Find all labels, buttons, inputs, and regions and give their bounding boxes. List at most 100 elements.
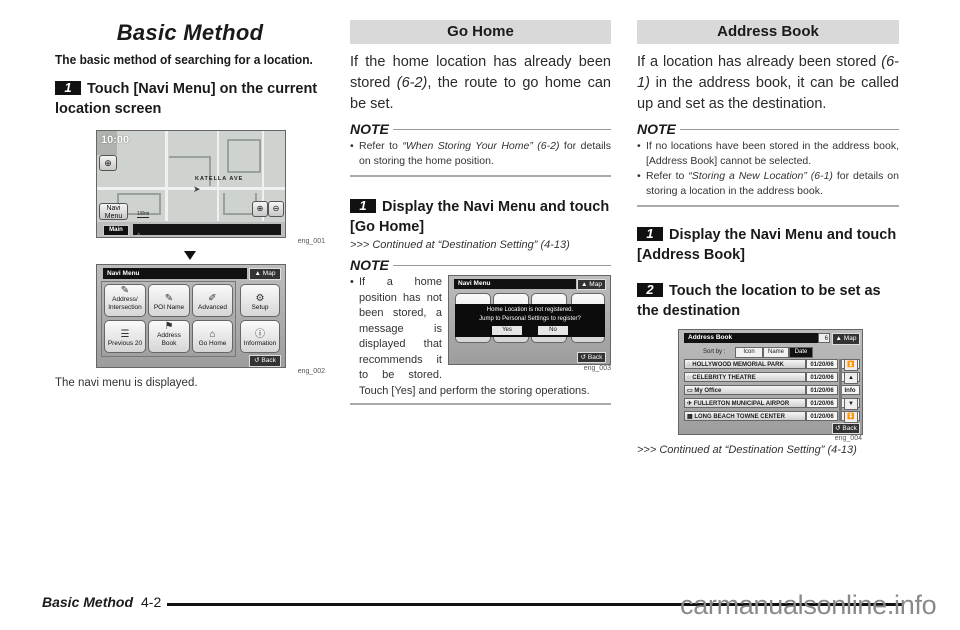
scrollbar-track[interactable] [839, 359, 842, 421]
entry-count: 6 [818, 333, 830, 343]
screen-title: Navi Menu [103, 268, 247, 279]
entry-date: 01/20/06 [806, 411, 838, 421]
entry-date: 01/20/06 [806, 398, 838, 408]
address-entry[interactable]: ▦ LONG BEACH TOWNE CENTER01/20/06Info [684, 411, 860, 421]
entry-icon: ▦ [687, 414, 693, 420]
address-entry[interactable]: ✈ FULLERTON MUNICIPAL AIRPOR01/20/06Info [684, 398, 860, 408]
entry-name-text: CELEBRITY THEATRE [692, 375, 756, 381]
note-heading: NOTE [350, 121, 611, 137]
address-entry[interactable]: ▭ My Office 01/20/06 Info [684, 385, 860, 395]
figure-id: eng_002 [297, 368, 325, 375]
double-up-arrow-icon: ⏫ [847, 362, 855, 368]
address-book-button[interactable]: ⚑ Address Book [148, 320, 190, 353]
note-list: Refer to “When Storing Your Home” (6-2) … [350, 139, 611, 169]
sort-date-button-selected[interactable]: Date [789, 347, 813, 358]
map-button[interactable]: ▲ Map [832, 333, 860, 345]
note-heading: NOTE [350, 257, 611, 273]
note-heading: NOTE [637, 121, 899, 137]
lead-text: The basic method of searching for a loca… [55, 52, 313, 67]
column-basic-method: Basic Method The basic method of searchi… [55, 20, 325, 389]
scroll-up-button[interactable]: ▲ [844, 372, 858, 384]
back-button-label: Back [842, 425, 857, 432]
arrow-down-icon [184, 251, 196, 260]
zoom-in-icon: ⊕ [256, 204, 264, 213]
current-location-screenshot: 10:00 ⊕ KATELLA AVE ➤ Navi Menu 1/8mi ⊕ … [96, 130, 286, 238]
entry-icon: ◌ [687, 362, 691, 368]
information-button[interactable]: ⓘ Information [240, 320, 280, 353]
map-street [227, 139, 261, 173]
column-address-book: Address Book If a location has already b… [637, 20, 899, 462]
entry-name: ✈ FULLERTON MUNICIPAL AIRPOR [684, 398, 806, 408]
note-label: NOTE [637, 121, 676, 137]
previous-20-button[interactable]: ☰ Previous 20 [104, 320, 146, 353]
back-button-label: Back [261, 357, 276, 364]
note-rule [392, 128, 611, 130]
note-label: NOTE [350, 121, 389, 137]
zoom-out-button[interactable]: ⊖ [268, 201, 284, 217]
zoom-in-button[interactable]: ⊕ [252, 201, 268, 217]
guidance-bar: △ [133, 224, 281, 237]
go-home-button[interactable]: ⌂ Go Home [192, 320, 233, 353]
note-list: If a home position has not been stored, … [350, 275, 611, 399]
body-text-part: in the address book, it can be called up… [637, 75, 899, 112]
back-button[interactable]: ↺ Back [832, 423, 860, 434]
home-icon: ⌂ [209, 329, 216, 340]
page-number: 4-2 [141, 594, 162, 610]
step-1-heading: 1 Display the Navi Menu and touch [Addres… [637, 225, 899, 265]
advanced-button[interactable]: ✐ Advanced [192, 284, 233, 317]
tile-label: Setup [251, 304, 269, 311]
note-end-rule [350, 175, 611, 177]
setup-button[interactable]: ⚙ Setup [240, 284, 280, 317]
footer-section-title: Basic Method [42, 594, 134, 610]
figure-id: eng_001 [297, 238, 325, 245]
navi-menu-button[interactable]: Navi Menu [99, 203, 128, 220]
entry-name-text: FULLERTON MUNICIPAL AIRPOR [693, 401, 790, 407]
step-1-heading: 1 Touch [Navi Menu] on the current locati… [55, 79, 325, 119]
step-text: Touch the location to be set as the dest… [637, 283, 881, 319]
step-number-badge: 1 [637, 227, 663, 241]
poi-name-button[interactable]: ✎ POI Name [148, 284, 190, 317]
entry-name-text: LONG BEACH TOWNE CENTER [694, 414, 785, 420]
map-button[interactable]: ▲ Map [249, 268, 281, 280]
sort-name-button[interactable]: Name [763, 347, 789, 358]
compass-button[interactable]: ⊕ [99, 155, 117, 171]
entry-name: ▦ LONG BEACH TOWNE CENTER [684, 411, 806, 421]
body-text: If a location has already been stored (6… [637, 52, 899, 115]
figure-caption: The navi menu is displayed. [55, 377, 198, 389]
step-number-badge: 1 [55, 81, 81, 95]
info-button[interactable]: Info [840, 385, 860, 395]
scroll-bottom-button[interactable]: ⏬ [844, 411, 858, 423]
screen-title: Address Book [684, 333, 818, 343]
up-arrow-icon: ▲ [848, 375, 854, 381]
address-entry[interactable]: ◌ HOLLYWOOD MEMORIAL PARK01/20/06Info [684, 359, 860, 369]
entry-date: 01/20/06 [806, 372, 838, 382]
address-icon: ✎ [120, 285, 130, 296]
page-title: Basic Method [116, 20, 264, 45]
double-down-arrow-icon: ⏬ [847, 414, 855, 420]
scroll-down-button[interactable]: ▼ [844, 398, 858, 410]
note-rule [679, 128, 899, 130]
tile-label: POI Name [153, 304, 185, 311]
page-reference: “When Storing Your Home” (6-2) [402, 140, 560, 152]
main-button[interactable]: Main [103, 225, 129, 236]
zoom-out-icon: ⊖ [272, 204, 280, 213]
address-entry[interactable]: ◌ CELEBRITY THEATRE01/20/06Info [684, 372, 860, 382]
back-button[interactable]: ↺ Back [249, 355, 281, 367]
note-label: NOTE [350, 257, 389, 273]
address-book-icon: ⚑ [164, 321, 174, 332]
address-intersection-button[interactable]: ✎ Address/ Intersection [104, 284, 146, 317]
note-rule [392, 264, 611, 266]
scroll-top-button[interactable]: ⏫ [844, 359, 858, 371]
entry-date: 01/20/06 [806, 385, 838, 395]
entry-name-text: HOLLYWOOD MEMORIAL PARK [692, 362, 784, 368]
continued-reference: >>> Continued at “Destination Setting” (… [637, 444, 857, 456]
note-end-rule [637, 205, 899, 207]
sort-icon-button[interactable]: Icon [735, 347, 763, 358]
entry-icon: ✈ [687, 401, 693, 407]
note-item: Refer to “Storing a New Location” (6-1) … [637, 169, 899, 199]
tile-label: Advanced [198, 304, 227, 311]
map-road [165, 131, 168, 221]
map-road [97, 187, 285, 190]
status-bar: Main △ [97, 222, 285, 237]
address-book-screenshot: Address Book 6 ▲ Map Sort by : Icon Name… [678, 329, 863, 435]
